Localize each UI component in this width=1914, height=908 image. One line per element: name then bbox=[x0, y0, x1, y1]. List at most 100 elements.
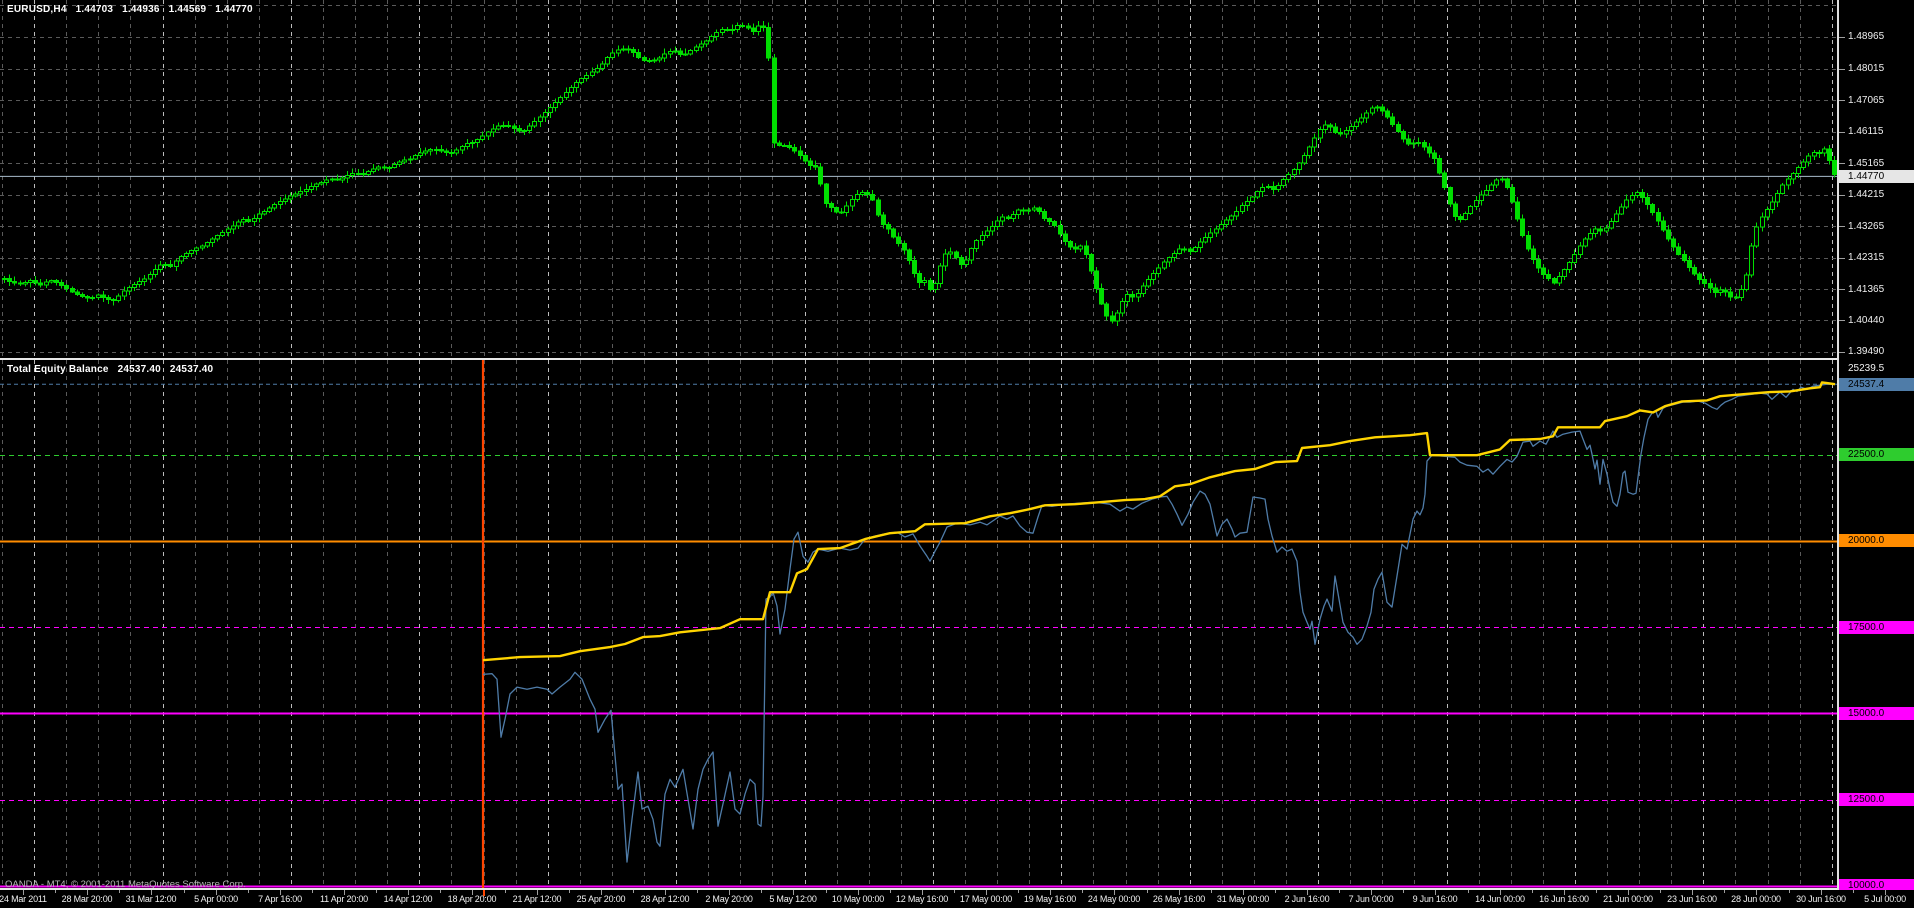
axis-tick bbox=[1839, 226, 1845, 227]
time-tick bbox=[1339, 890, 1340, 893]
price-label: 1.48965 bbox=[1848, 31, 1885, 42]
indicator-value-2: 24537.40 bbox=[169, 364, 214, 375]
axis-tick bbox=[1839, 195, 1845, 196]
time-label: 25 Apr 20:00 bbox=[576, 894, 626, 904]
level-label: 12500.0 bbox=[1839, 793, 1914, 806]
price-label: 1.43265 bbox=[1848, 221, 1885, 232]
time-label: 10 May 00:00 bbox=[831, 894, 885, 904]
time-tick bbox=[505, 890, 506, 893]
time-label: 28 Mar 20:00 bbox=[61, 894, 113, 904]
time-label: 12 May 16:00 bbox=[895, 894, 949, 904]
time-label: 18 Apr 20:00 bbox=[447, 894, 497, 904]
price-label: 1.45165 bbox=[1848, 158, 1885, 169]
equity-current-label: 24537.4 bbox=[1839, 378, 1914, 391]
time-tick bbox=[761, 890, 762, 893]
vertical-gridlines bbox=[2, 0, 1833, 358]
time-tick bbox=[440, 890, 441, 893]
time-tick bbox=[1853, 890, 1854, 893]
time-tick bbox=[1018, 890, 1019, 893]
price-chart-panel[interactable]: EURUSD,H4 1.44703 1.44936 1.44569 1.4477… bbox=[0, 0, 1837, 358]
level-label: 20000.0 bbox=[1839, 534, 1914, 547]
axis-tick bbox=[1839, 352, 1845, 353]
level-label: 22500.0 bbox=[1839, 448, 1914, 461]
time-label: 28 Apr 12:00 bbox=[640, 894, 690, 904]
time-label: 26 May 16:00 bbox=[1152, 894, 1206, 904]
time-tick bbox=[55, 890, 56, 893]
time-label: 30 Jun 16:00 bbox=[1796, 894, 1846, 904]
open-value: 1.44703 bbox=[75, 4, 114, 15]
time-label: 24 Mar 2011 bbox=[0, 894, 47, 904]
time-tick bbox=[1082, 890, 1083, 893]
axis-tick bbox=[1839, 69, 1845, 70]
time-label: 9 Jun 16:00 bbox=[1412, 894, 1458, 904]
candlestick-chart bbox=[0, 0, 1837, 358]
price-label: 1.39490 bbox=[1848, 346, 1885, 357]
low-value: 1.44569 bbox=[168, 4, 207, 15]
horizontal-gridlines bbox=[0, 5, 1837, 353]
time-tick bbox=[1789, 890, 1790, 893]
time-tick bbox=[697, 890, 698, 893]
indicator-header: Total Equity Balance 24537.40 24537.40 bbox=[7, 364, 219, 375]
time-label: 16 Jun 16:00 bbox=[1539, 894, 1589, 904]
time-label: 5 May 12:00 bbox=[769, 894, 817, 904]
time-label: 14 Apr 12:00 bbox=[383, 894, 433, 904]
time-tick bbox=[1596, 890, 1597, 893]
price-label: 1.48015 bbox=[1848, 63, 1885, 74]
time-tick bbox=[954, 890, 955, 893]
indicator-max-label: 25239.5 bbox=[1848, 363, 1885, 374]
axis-tick bbox=[1839, 320, 1845, 321]
symbol-period-label: EURUSD,H4 bbox=[7, 4, 67, 15]
time-tick bbox=[569, 890, 570, 893]
price-axis[interactable]: 1.48965 1.48015 1.47065 1.46115 1.45165 1.442… bbox=[1839, 0, 1914, 892]
mt4-chart-window: EURUSD,H4 1.44703 1.44936 1.44569 1.4477… bbox=[0, 0, 1914, 908]
time-tick bbox=[1468, 890, 1469, 893]
indicator-value-1: 24537.40 bbox=[117, 364, 161, 375]
time-axis[interactable]: 24 Mar 2011 28 Mar 20:00 31 Mar 12:00 5 Apr… bbox=[0, 890, 1914, 908]
time-tick bbox=[312, 890, 313, 893]
time-label: 2 May 20:00 bbox=[705, 894, 753, 904]
time-tick bbox=[184, 890, 185, 893]
panel-separator[interactable] bbox=[0, 358, 1914, 360]
time-tick bbox=[1147, 890, 1148, 893]
axis-tick bbox=[1839, 37, 1845, 38]
indicator-panel[interactable]: Total Equity Balance 24537.40 24537.40 bbox=[0, 360, 1837, 888]
candles bbox=[2, 21, 1837, 326]
time-tick bbox=[890, 890, 891, 893]
time-tick bbox=[633, 890, 634, 893]
equity-balance-chart bbox=[0, 360, 1837, 888]
time-tick bbox=[1403, 890, 1404, 893]
axis-tick bbox=[1839, 163, 1845, 164]
price-label: 1.41365 bbox=[1848, 284, 1885, 295]
time-label: 19 May 16:00 bbox=[1023, 894, 1077, 904]
time-label: 21 Jun 00:00 bbox=[1603, 894, 1653, 904]
price-label: 1.44215 bbox=[1848, 189, 1885, 200]
bid-price-label: 1.44770 bbox=[1839, 170, 1914, 183]
time-label: 21 Apr 12:00 bbox=[512, 894, 562, 904]
time-label: 11 Apr 20:00 bbox=[320, 894, 368, 904]
time-label: 28 Jun 00:00 bbox=[1731, 894, 1781, 904]
axis-tick bbox=[1839, 132, 1845, 133]
time-label: 17 May 00:00 bbox=[959, 894, 1013, 904]
level-label: 15000.0 bbox=[1839, 707, 1914, 720]
time-label: 31 Mar 12:00 bbox=[125, 894, 177, 904]
time-label: 5 Jul 00:00 bbox=[1864, 894, 1906, 904]
high-value: 1.44936 bbox=[122, 4, 160, 15]
time-tick bbox=[1724, 890, 1725, 893]
price-label: 1.46115 bbox=[1848, 126, 1884, 137]
time-label: 14 Jun 00:00 bbox=[1475, 894, 1525, 904]
time-label: 2 Jun 16:00 bbox=[1284, 894, 1330, 904]
time-tick bbox=[1532, 890, 1533, 893]
time-tick bbox=[248, 890, 249, 893]
price-label: 1.42315 bbox=[1848, 252, 1885, 263]
time-tick bbox=[1275, 890, 1276, 893]
axis-tick bbox=[1839, 258, 1845, 259]
price-label: 1.40440 bbox=[1848, 315, 1885, 326]
level-label: 17500.0 bbox=[1839, 621, 1914, 634]
time-tick bbox=[1660, 890, 1661, 893]
time-tick bbox=[826, 890, 827, 893]
time-label: 7 Jun 00:00 bbox=[1348, 894, 1394, 904]
indicator-name-label: Total Equity Balance bbox=[7, 364, 109, 375]
time-label: 24 May 00:00 bbox=[1087, 894, 1141, 904]
axis-tick bbox=[1839, 289, 1845, 290]
time-tick bbox=[119, 890, 120, 893]
